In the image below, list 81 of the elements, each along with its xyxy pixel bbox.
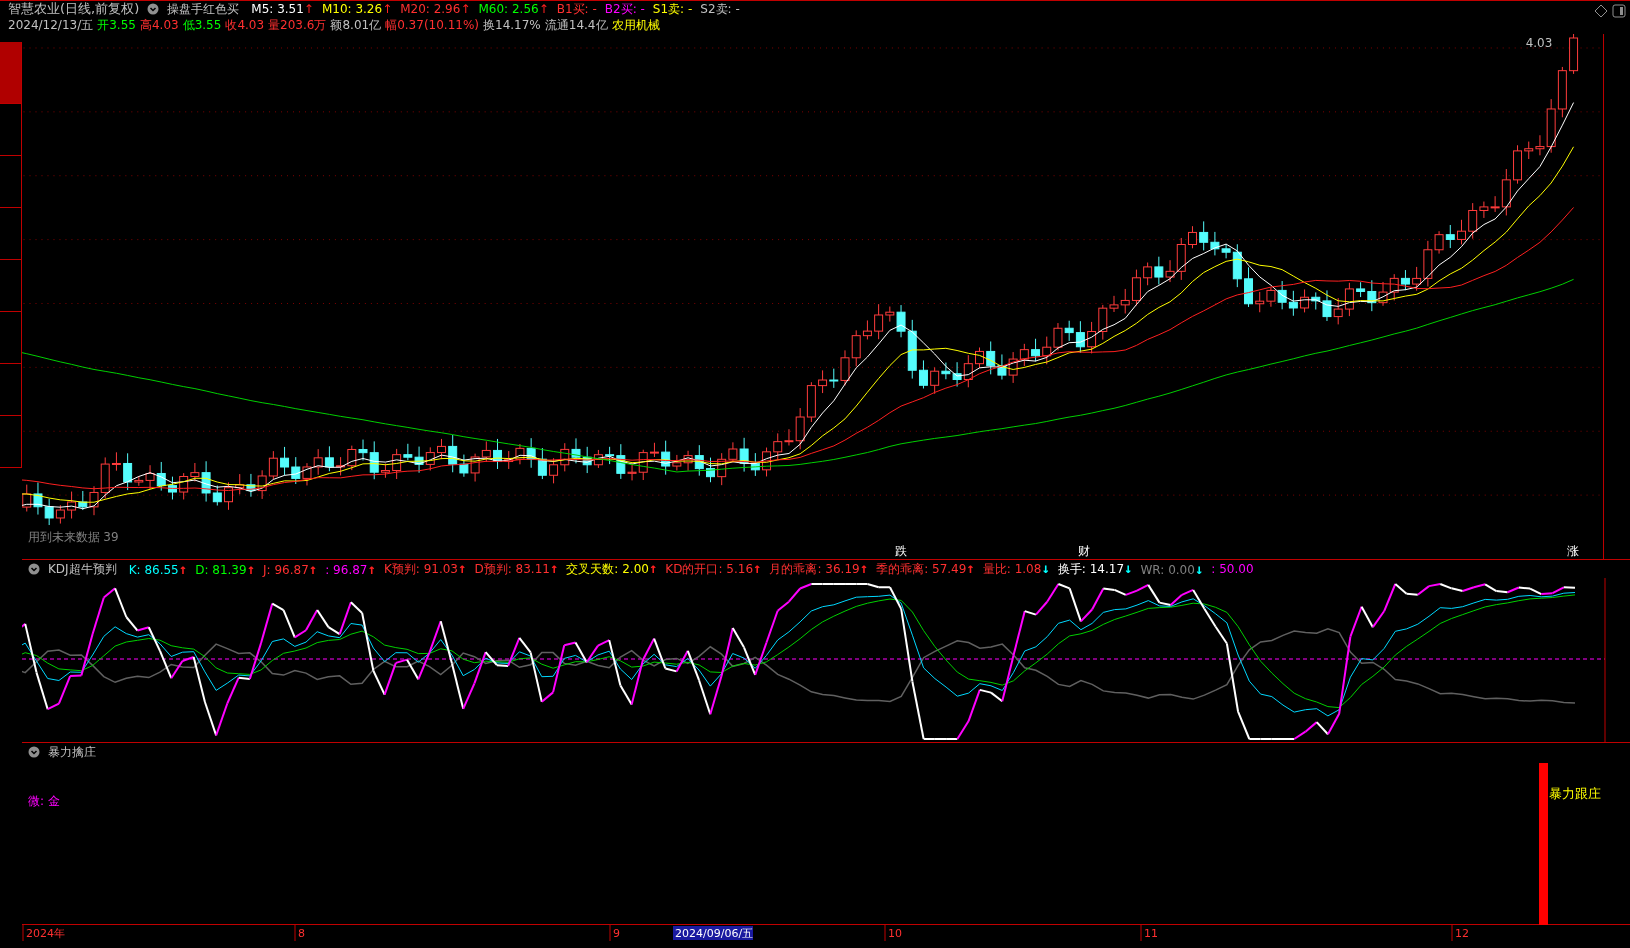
quote-value: 开3.55 (97, 16, 136, 34)
quote-value: 低3.55 (182, 16, 222, 34)
quote-value: 换14.17% (483, 16, 541, 34)
indicator-value: J: 96.87 (263, 563, 309, 577)
indicator-value: KD的开口: 5.16 (665, 562, 754, 576)
quote-value: 高4.03 (139, 16, 179, 34)
indicator-name: 暴力擒庄 (48, 743, 96, 761)
axis-label: 2024年 (26, 927, 65, 940)
axis-label: 11 (1144, 927, 1158, 940)
trend-arrow: ↑ (308, 561, 318, 577)
trend-arrow: ↑ (303, 2, 314, 16)
quote-value: 收4.03 (225, 16, 265, 34)
trend-arrow: ↓ (1194, 561, 1204, 577)
event-marker: 跌 (894, 544, 907, 558)
sidebar-tab[interactable] (0, 364, 22, 416)
trend-arrow: ↑ (367, 561, 376, 577)
indicator-value: M60: 2.56 (478, 2, 539, 16)
sidebar-tab[interactable] (0, 416, 22, 468)
indicator-value: 量比: 1.08 (982, 562, 1042, 576)
trend-arrow: ↓ (1041, 560, 1050, 576)
indicator-value: 交叉天数: 2.00 (566, 562, 649, 576)
indicator-value: B2买: - (604, 1, 645, 16)
trend-arrow: ↑ (246, 561, 256, 577)
indicator-value: M5: 3.51 (251, 2, 304, 16)
sidebar-tab[interactable] (0, 104, 22, 156)
trend-arrow: ↑ (966, 560, 975, 576)
sidebar-tab[interactable] (0, 156, 22, 208)
sidebar-tab[interactable] (0, 208, 22, 260)
trend-arrow: ↓ (1124, 560, 1133, 576)
event-marker: 财 (1077, 544, 1090, 558)
trend-arrow: ↑ (382, 2, 393, 16)
axis-label: 10 (888, 927, 902, 940)
indicator-value: : 50.00 (1211, 562, 1254, 576)
trend-arrow: ↑ (549, 560, 559, 576)
indicator-value: S2卖: - (700, 1, 740, 16)
indicator-value: D: 81.39 (195, 563, 247, 577)
quote-value: 量203.6万 (268, 16, 327, 34)
quote-value: 幅0.37(10.11%) (385, 16, 479, 34)
indicator-value: S1卖: - (652, 1, 693, 16)
quote-value: 农用机械 (611, 16, 660, 34)
axis-label: 12 (1455, 927, 1469, 940)
trend-arrow: ↑ (178, 561, 188, 577)
trend-arrow: ↑ (859, 560, 869, 576)
quote-value: 2024/12/13/五 (8, 16, 94, 34)
indicator-value: K预判: 91.03 (383, 562, 458, 576)
indicator-name: KDJ超牛预判 (48, 560, 117, 578)
trend-arrow: ↑ (753, 560, 762, 576)
cursor-date-label: 2024/09/06/五 (673, 926, 754, 940)
indicator-value: : 96.87 (325, 563, 368, 577)
chart-note-value: 39 (103, 530, 119, 545)
trend-arrow: ↑ (458, 560, 467, 576)
indicator-value: WR: 0.00 (1140, 563, 1195, 577)
indicator-value: K: 86.55 (128, 563, 179, 577)
axis-label: 8 (298, 927, 305, 940)
indicator-value: 季的乖离: 57.49 (876, 562, 967, 576)
quote-value: 额8.01亿 (330, 16, 382, 34)
indicator-name: 操盘手红色买 (167, 0, 240, 18)
legend-label: 微: 金 (28, 793, 60, 810)
price-label: 4.03 (1525, 36, 1553, 50)
trend-arrow: ↑ (460, 2, 471, 16)
event-marker: 涨 (1566, 544, 1579, 558)
axis-label: 9 (613, 927, 620, 940)
indicator-value: B1买: - (556, 1, 597, 16)
sidebar-tab[interactable] (0, 260, 22, 312)
diamond-icon[interactable] (1594, 4, 1608, 18)
trend-arrow: ↑ (648, 560, 658, 576)
indicator-value: D预判: 83.11 (474, 562, 550, 576)
chart-note: 用到未来数据 (27, 530, 100, 545)
trend-arrow: ↑ (538, 2, 549, 16)
indicator-value: M10: 3.26 (321, 2, 383, 16)
quote-value: 流通14.4亿 (544, 16, 608, 34)
indicator-value: M20: 2.96 (400, 2, 461, 16)
sidebar-tab[interactable] (0, 312, 22, 364)
chevron-down-icon[interactable] (28, 563, 40, 575)
indicator-value: 换手: 14.17 (1057, 562, 1125, 576)
indicator-value: 月的乖离: 36.19 (769, 562, 860, 576)
panel-toggle-icon[interactable] (1612, 4, 1626, 18)
signal-label: 暴力跟庄 (1549, 785, 1601, 803)
chevron-down-icon[interactable] (147, 3, 160, 15)
chevron-down-icon[interactable] (28, 746, 40, 758)
stock-title: 智慧农业(日线,前复权) (8, 0, 140, 18)
